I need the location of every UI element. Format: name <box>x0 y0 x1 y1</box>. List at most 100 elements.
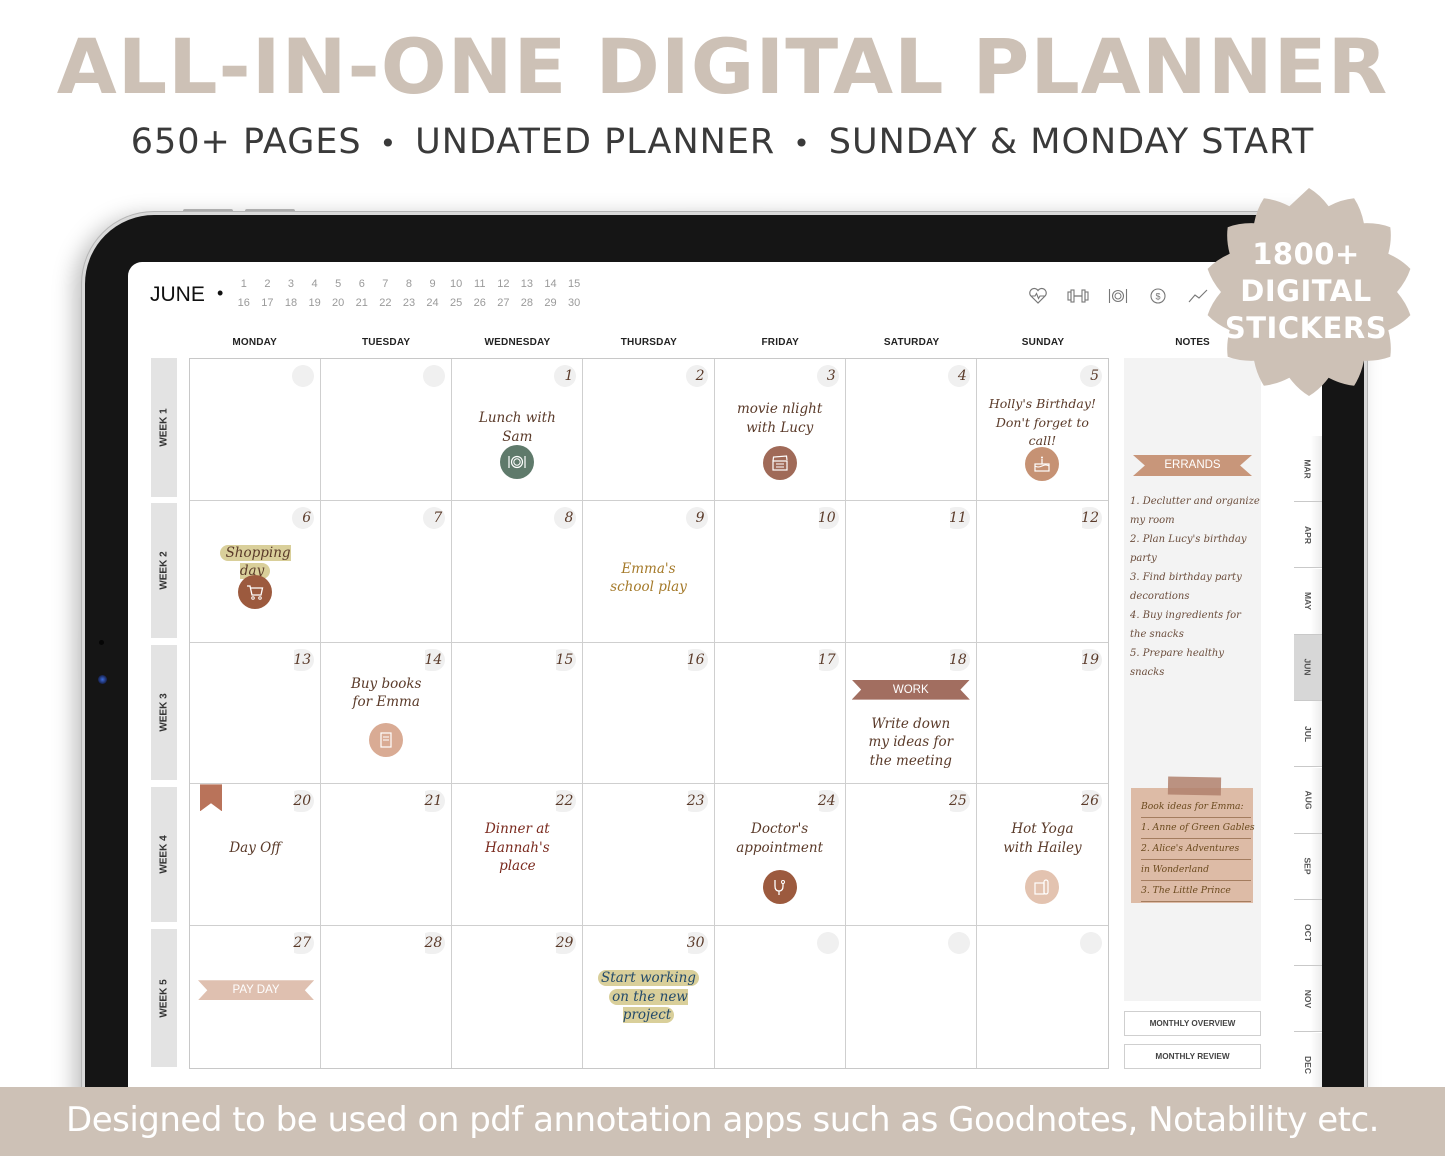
mini-day-link[interactable]: 18 <box>279 296 303 311</box>
day-cell-empty[interactable] <box>846 926 977 1068</box>
mini-day-link[interactable]: 5 <box>326 277 350 292</box>
day-cell-16[interactable]: 16 <box>583 642 715 785</box>
mini-day-link[interactable]: 21 <box>350 296 374 311</box>
mini-day-link[interactable]: 4 <box>303 277 327 292</box>
day-cell-14[interactable]: 14 Buy books for Emma <box>321 642 453 785</box>
date-number: 2 <box>685 365 708 387</box>
day-cell-20[interactable]: 20 Day Off <box>190 784 322 927</box>
date-number: 13 <box>288 648 315 671</box>
month-tab-nov[interactable]: NOV <box>1294 966 1322 1033</box>
day-cell-empty[interactable] <box>321 359 453 501</box>
day-cell-8[interactable]: 8 <box>452 500 584 643</box>
mini-day-link[interactable]: 25 <box>444 296 468 311</box>
month-tab-aug[interactable]: AUG <box>1294 767 1322 834</box>
monthly-review-button[interactable]: MONTHLY REVIEW <box>1124 1044 1261 1069</box>
mini-day-link[interactable]: 13 <box>515 277 539 292</box>
event-text: Write down my ideas for the meeting <box>846 715 976 771</box>
week-label-4[interactable]: WEEK 4 <box>151 787 177 922</box>
mini-day-link[interactable]: 7 <box>374 277 398 292</box>
mini-day-links: 1 2 3 4 5 6 7 8 9 10 11 12 13 14 15 16 17 18 19 20 21 22 23 24 2… <box>232 277 586 311</box>
day-cell-28[interactable]: 28 <box>321 926 453 1068</box>
day-cell-13[interactable]: 13 <box>190 642 322 785</box>
sticky-note-line: 1. Anne of Green Gables <box>1141 818 1255 839</box>
heart-rate-icon[interactable] <box>1026 285 1050 307</box>
mini-day-link[interactable]: 10 <box>444 277 468 292</box>
plate-cutlery-icon[interactable] <box>1106 285 1130 307</box>
mini-day-link[interactable]: 11 <box>468 277 492 292</box>
day-cell-17[interactable]: 17 <box>714 642 846 785</box>
mini-day-link[interactable]: 27 <box>492 296 516 311</box>
mini-day-link[interactable]: 15 <box>562 277 586 292</box>
mini-day-link[interactable]: 29 <box>539 296 563 311</box>
calendar-grid: 1 Lunch with Sam 2 3 movie nlight with Lucy 4… <box>189 358 1109 1069</box>
day-cell-4[interactable]: 4 <box>845 359 977 501</box>
week-label-5[interactable]: WEEK 5 <box>151 929 177 1067</box>
day-cell-empty[interactable] <box>977 926 1108 1068</box>
month-tab-sep[interactable]: SEP <box>1294 833 1322 900</box>
mini-day-link[interactable]: 17 <box>256 296 280 311</box>
month-tab-mar[interactable]: MAR <box>1294 436 1322 502</box>
month-tab-apr[interactable]: APR <box>1294 502 1322 569</box>
mini-day-link[interactable]: 28 <box>515 296 539 311</box>
day-cell-11[interactable]: 11 <box>845 500 977 643</box>
mini-day-link[interactable]: 26 <box>468 296 492 311</box>
mini-day-link[interactable]: 12 <box>492 277 516 292</box>
day-cell-9[interactable]: 9 Emma's school play <box>583 500 715 643</box>
day-cell-15[interactable]: 15 <box>452 642 584 785</box>
month-tab-jun[interactable]: JUN <box>1294 634 1322 701</box>
mini-day-link[interactable]: 3 <box>279 277 303 292</box>
dumbbell-icon[interactable] <box>1066 285 1090 307</box>
mini-day-link[interactable]: 20 <box>326 296 350 311</box>
day-cell-25[interactable]: 25 <box>845 784 977 927</box>
month-tab-oct[interactable]: OCT <box>1294 900 1322 967</box>
errands-banner-sticker: ERRANDS <box>1133 455 1252 476</box>
mini-day-link[interactable]: 1 <box>232 277 256 292</box>
day-cell-2[interactable]: 2 <box>583 359 715 501</box>
mini-day-link[interactable]: 16 <box>232 296 256 311</box>
mini-day-link[interactable]: 23 <box>397 296 421 311</box>
day-cell-5[interactable]: 5 Holly's Birthday! Don't forget to call! <box>976 359 1108 501</box>
day-cell-24[interactable]: 24 Doctor's appointment <box>714 784 846 927</box>
day-cell-6[interactable]: 6 Shopping day <box>190 500 322 643</box>
day-cell-12[interactable]: 12 <box>976 501 1108 643</box>
event-text: Buy books for Emma <box>321 675 451 712</box>
monthly-overview-button[interactable]: MONTHLY OVERVIEW <box>1124 1011 1261 1036</box>
event-text: Emma's school play <box>583 560 713 597</box>
mini-day-link[interactable]: 2 <box>256 277 280 292</box>
month-tab-may[interactable]: MAY <box>1294 568 1322 635</box>
mini-day-link[interactable]: 30 <box>562 296 586 311</box>
day-cell-10[interactable]: 10 <box>714 500 846 643</box>
week-label-text: WEEK 3 <box>158 693 170 732</box>
week-label-2[interactable]: WEEK 2 <box>151 503 177 638</box>
day-cell-7[interactable]: 7 <box>321 500 453 643</box>
day-cell-21[interactable]: 21 <box>321 784 453 927</box>
dollar-coin-icon[interactable]: $ <box>1146 285 1170 307</box>
date-number: 19 <box>1075 648 1102 671</box>
mini-day-link[interactable]: 14 <box>539 277 563 292</box>
week-label-1[interactable]: WEEK 1 <box>151 358 177 497</box>
mini-day-link[interactable]: 9 <box>421 277 445 292</box>
day-cell-3[interactable]: 3 movie nlight with Lucy <box>714 359 846 501</box>
mini-day-link[interactable]: 24 <box>421 296 445 311</box>
mini-day-link[interactable]: 8 <box>397 277 421 292</box>
day-cell-empty[interactable] <box>715 926 846 1068</box>
month-tab-jul[interactable]: JUL <box>1294 701 1322 768</box>
separator-dot: • <box>379 127 398 160</box>
mini-day-link[interactable]: 19 <box>303 296 327 311</box>
day-cell-23[interactable]: 23 <box>583 784 715 927</box>
day-cell-empty[interactable] <box>190 359 322 501</box>
mini-day-link[interactable]: 6 <box>350 277 374 292</box>
day-cell-1[interactable]: 1 Lunch with Sam <box>452 359 584 501</box>
day-cell-27[interactable]: 27 PAY DAY <box>190 926 322 1068</box>
date-number: 3 <box>816 365 839 387</box>
day-cell-22[interactable]: 22 Dinner at Hannah's place <box>452 784 584 927</box>
day-cell-18[interactable]: 18 WORK Write down my ideas for the meetin… <box>845 642 977 785</box>
mini-day-link[interactable]: 22 <box>374 296 398 311</box>
week-label-3[interactable]: WEEK 3 <box>151 645 177 780</box>
day-cell-26[interactable]: 26 Hot Yoga with Hailey <box>976 784 1108 927</box>
day-cell-30[interactable]: 30 Start working on the new project <box>583 926 715 1068</box>
day-cell-29[interactable]: 29 <box>452 926 584 1068</box>
event-text: Start working on the new project <box>583 969 713 1025</box>
date-number: 21 <box>419 790 446 813</box>
day-cell-19[interactable]: 19 <box>976 643 1108 785</box>
